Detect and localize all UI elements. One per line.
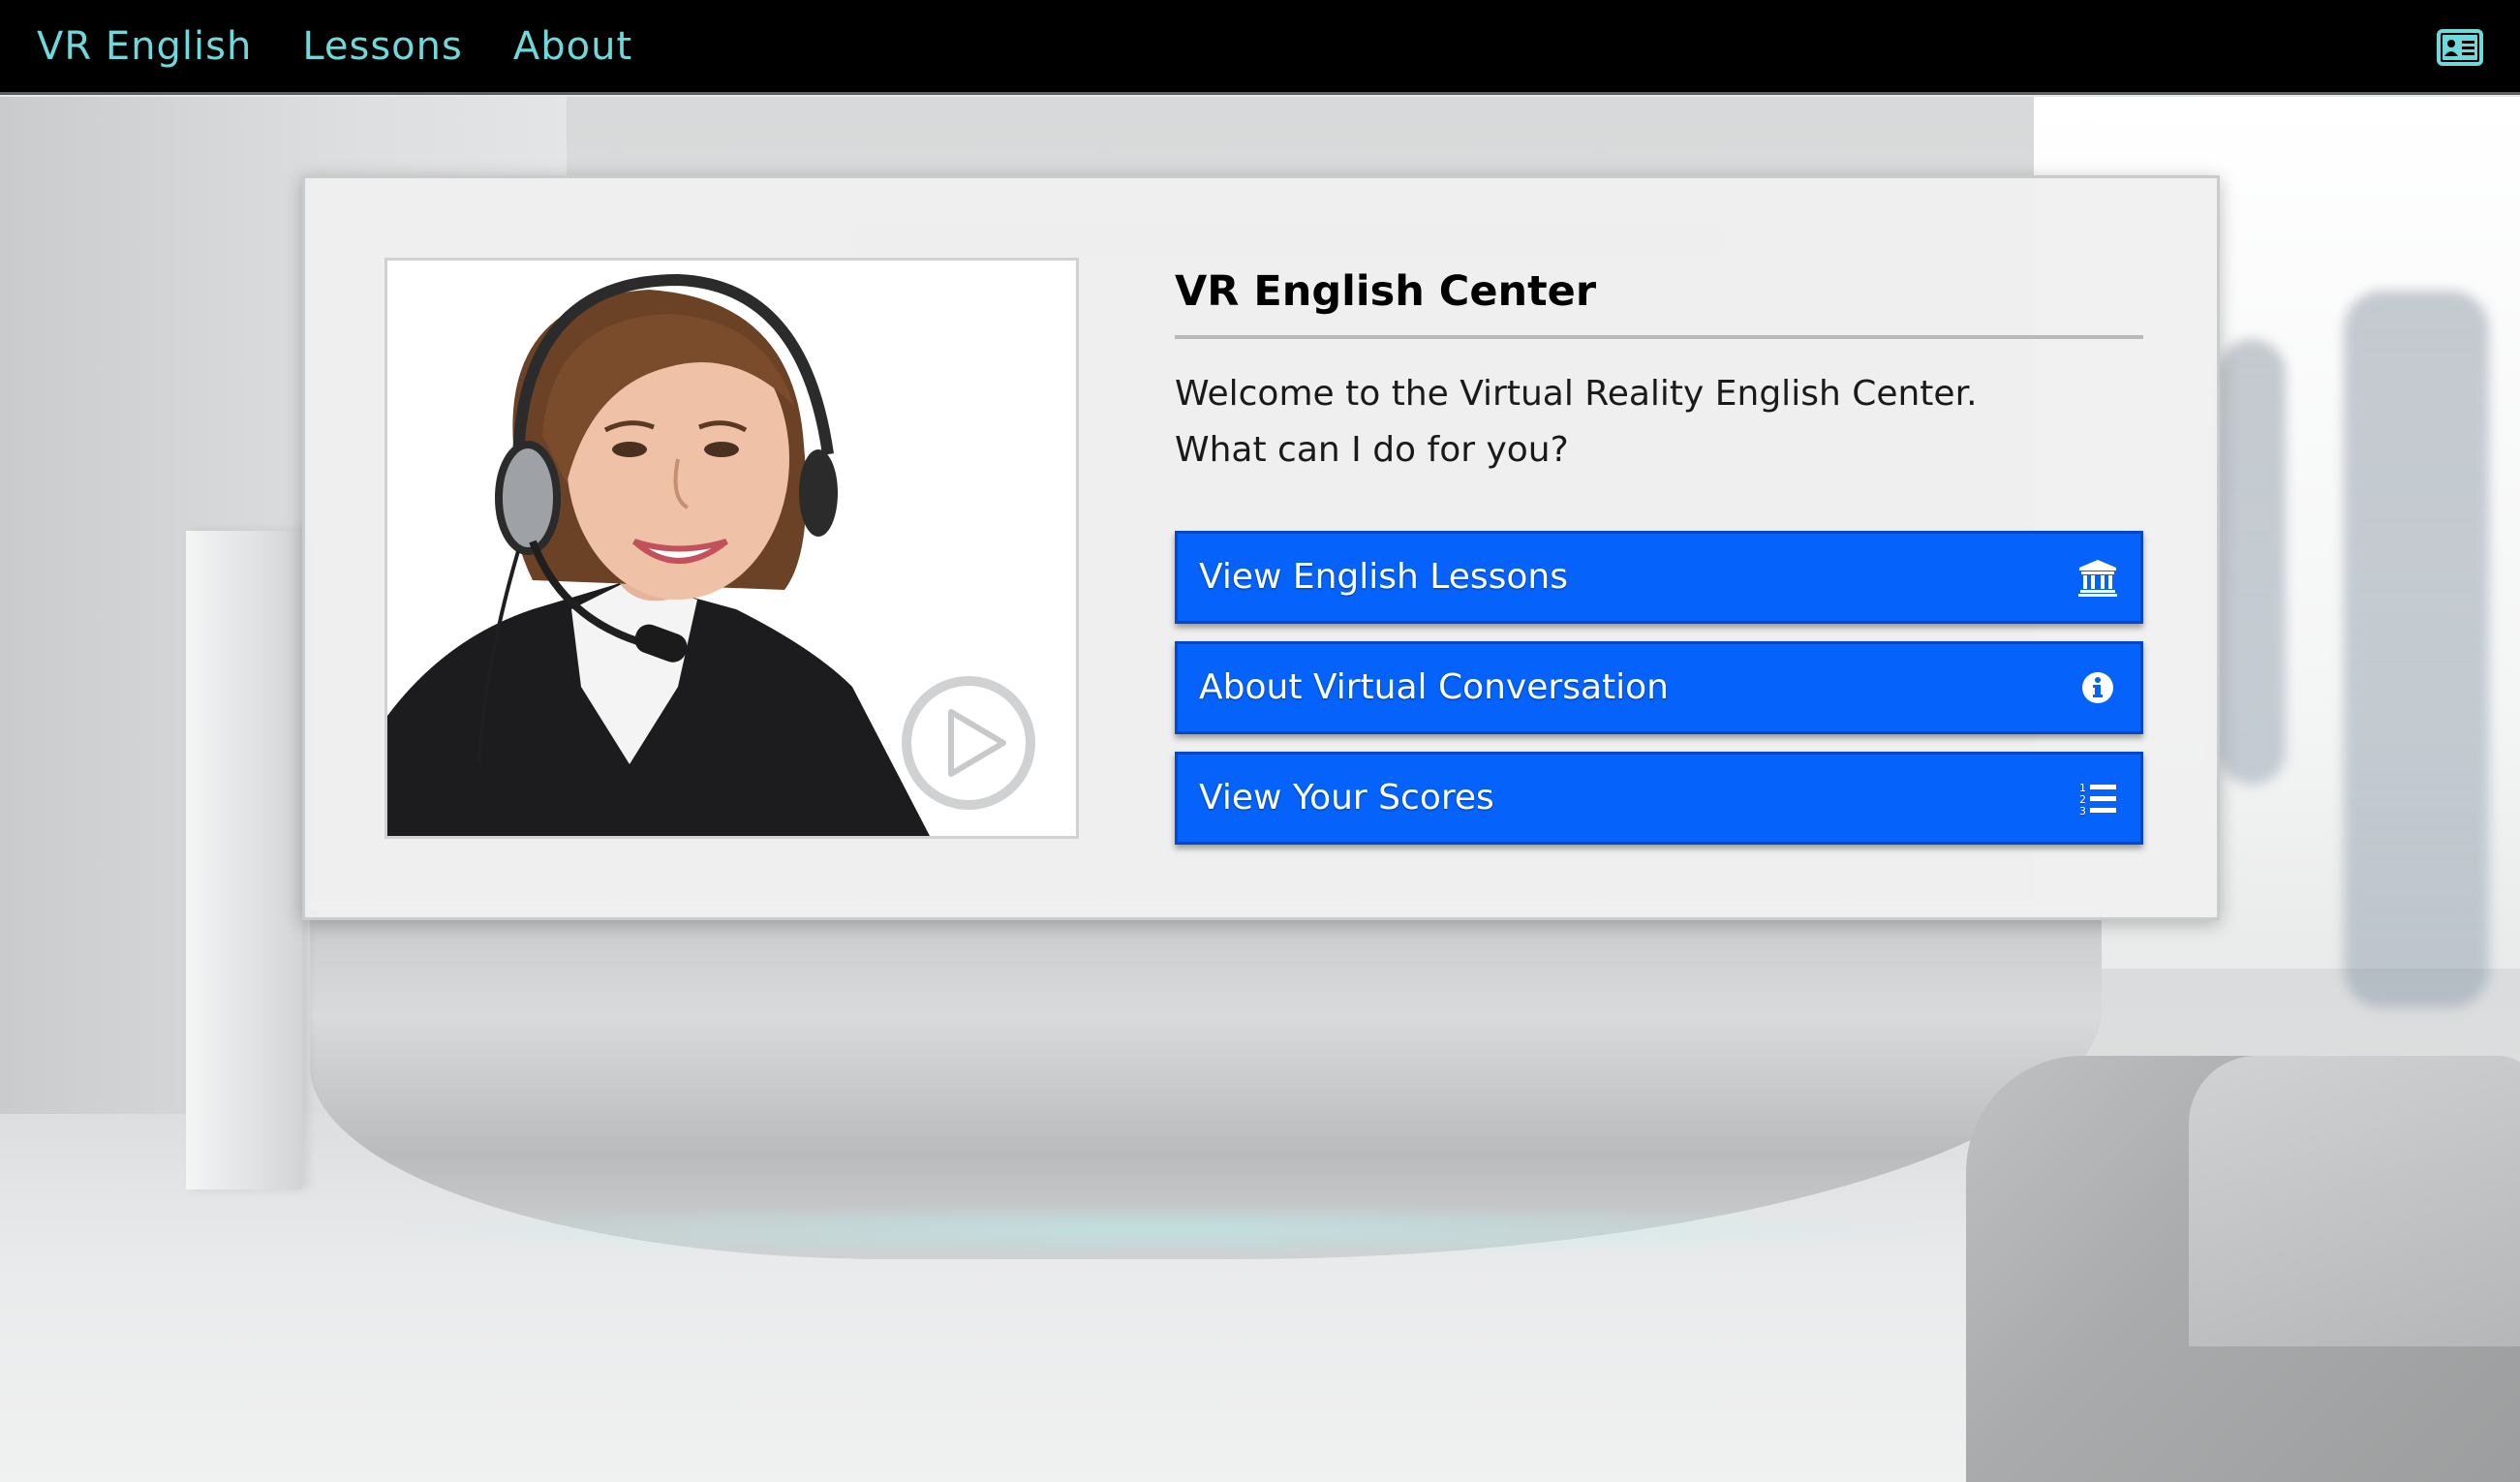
action-button-group: View English Lessons About Virtual Conve… — [1175, 530, 2143, 845]
view-your-scores-button[interactable]: View Your Scores 1 2 3 — [1175, 751, 2143, 845]
background-blurred-person — [2344, 291, 2489, 1007]
agent-video-thumbnail[interactable] — [384, 258, 1079, 839]
background-blurred-person — [2218, 339, 2286, 785]
top-navbar: VR English Lessons About — [0, 0, 2520, 95]
nav-link-about[interactable]: About — [513, 24, 632, 69]
page-title: VR English Center — [1175, 258, 2143, 339]
svg-text:3: 3 — [2079, 805, 2086, 818]
welcome-message: Welcome to the Virtual Reality English C… — [1175, 366, 2143, 479]
view-english-lessons-button[interactable]: View English Lessons — [1175, 530, 2143, 624]
background-chair-back — [2189, 1056, 2520, 1346]
list-ol-icon: 1 2 3 — [2079, 782, 2116, 818]
university-icon — [2078, 559, 2117, 597]
info-circle-icon — [2082, 671, 2113, 703]
nav-brand-link[interactable]: VR English — [37, 24, 252, 69]
welcome-panel: VR English Center Welcome to the Virtual… — [302, 175, 2220, 920]
welcome-line-2: What can I do for you? — [1175, 429, 1569, 470]
about-virtual-conversation-label: About Virtual Conversation — [1199, 667, 1669, 708]
welcome-line-1: Welcome to the Virtual Reality English C… — [1175, 373, 1978, 414]
play-circle-icon[interactable] — [901, 675, 1036, 811]
about-virtual-conversation-button[interactable]: About Virtual Conversation — [1175, 640, 2143, 734]
background-desk-glow — [339, 1201, 1985, 1259]
id-card-icon[interactable] — [2437, 29, 2483, 66]
view-your-scores-label: View Your Scores — [1199, 778, 1494, 818]
welcome-info: VR English Center Welcome to the Virtual… — [1175, 258, 2143, 845]
view-english-lessons-label: View English Lessons — [1199, 557, 1568, 598]
nav-link-lessons[interactable]: Lessons — [302, 24, 463, 69]
page-background: VR English Lessons About VR English Cent… — [0, 0, 2520, 1482]
background-desk-pillar — [186, 531, 302, 1189]
